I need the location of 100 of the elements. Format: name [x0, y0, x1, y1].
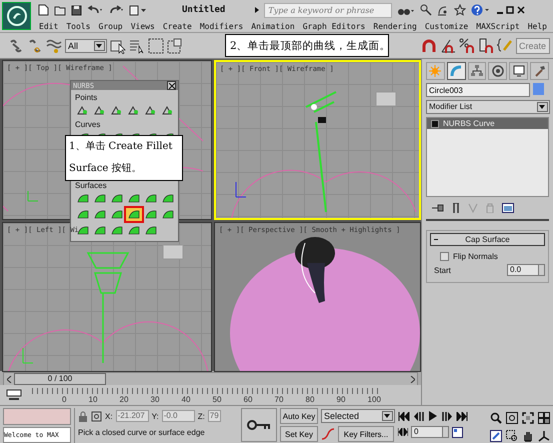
time-configuration-icon[interactable]: [452, 426, 463, 438]
menu-item[interactable]: MAXScript: [476, 22, 520, 30]
z-coordinate-field[interactable]: 79: [208, 410, 221, 422]
link-icon[interactable]: [8, 38, 24, 54]
nurbs-tool-button[interactable]: [160, 208, 176, 221]
pin-stack-icon[interactable]: [432, 203, 444, 213]
star-icon[interactable]: [454, 4, 466, 16]
nurbs-tool-button[interactable]: [109, 224, 125, 237]
nurbs-tool-button[interactable]: [109, 208, 125, 221]
nurbs-tool-button[interactable]: [92, 192, 108, 205]
percent-snap-icon[interactable]: [459, 38, 475, 54]
utilities-tab[interactable]: [530, 62, 549, 80]
search-field[interactable]: Type a keyword or phrase: [264, 2, 392, 18]
maxscript-listener-field[interactable]: [3, 408, 71, 425]
absolute-mode-icon[interactable]: [91, 410, 102, 422]
nurbs-tool-button[interactable]: [126, 208, 142, 221]
spinner-snap-icon[interactable]: [478, 38, 494, 54]
flip-normals-checkbox[interactable]: [440, 252, 449, 261]
go-to-start-icon[interactable]: [398, 412, 410, 420]
show-end-result-icon[interactable]: [452, 203, 460, 213]
project-folder-icon[interactable]: [129, 4, 147, 16]
menu-item[interactable]: Modifiers: [200, 22, 244, 30]
hand-pan-icon[interactable]: [522, 430, 534, 442]
current-frame-field[interactable]: 0: [411, 426, 449, 438]
window-crossing-icon[interactable]: [167, 38, 183, 54]
open-folder-icon[interactable]: [54, 4, 66, 16]
modify-tab[interactable]: [446, 62, 466, 80]
help-icon[interactable]: [471, 4, 492, 16]
menu-item[interactable]: Help: [528, 22, 547, 30]
previous-key-icon[interactable]: [413, 412, 425, 420]
field-of-view-icon[interactable]: [490, 430, 502, 442]
nurbs-tool-button[interactable]: [109, 192, 125, 205]
object-color-swatch[interactable]: [533, 83, 544, 95]
expand-icon[interactable]: [431, 120, 439, 128]
nurbs-tool-button[interactable]: [143, 224, 159, 237]
app-logo-icon[interactable]: [2, 2, 31, 30]
object-name-field[interactable]: Circle003: [426, 83, 530, 97]
zoom-extents-all-icon[interactable]: [538, 412, 550, 424]
configure-sets-icon[interactable]: [502, 203, 514, 213]
redo-icon[interactable]: [108, 5, 124, 15]
auto-key-button[interactable]: Auto Key: [280, 408, 318, 424]
menu-item[interactable]: Animation: [251, 22, 295, 30]
nurbs-tool-button[interactable]: [126, 224, 142, 237]
save-icon[interactable]: [71, 4, 82, 16]
close-icon[interactable]: [167, 81, 176, 90]
snap-magnet-icon[interactable]: [421, 38, 437, 54]
go-to-end-icon[interactable]: [456, 412, 468, 420]
zoom-region-icon[interactable]: [506, 430, 518, 442]
nurbs-tool-button[interactable]: [75, 192, 91, 205]
rollout-header[interactable]: Cap Surface: [430, 233, 545, 246]
modifier-stack-item[interactable]: NURBS Curve: [427, 118, 548, 129]
modifier-list-dropdown[interactable]: Modifier List: [426, 100, 550, 114]
nurbs-tool-button[interactable]: [143, 192, 159, 205]
new-file-icon[interactable]: [38, 4, 49, 16]
x-coordinate-field[interactable]: -21.207: [116, 410, 149, 422]
edit-named-selection-icon[interactable]: [497, 38, 513, 54]
set-keys-button[interactable]: [241, 408, 277, 442]
lock-icon[interactable]: [78, 410, 88, 422]
menu-item[interactable]: Customize: [424, 22, 468, 30]
menu-item[interactable]: Rendering: [373, 22, 417, 30]
menu-item[interactable]: Edit: [39, 22, 58, 30]
start-spinner[interactable]: 0.0: [507, 264, 545, 276]
selection-filter-dropdown[interactable]: All: [65, 38, 107, 52]
undo-icon[interactable]: [87, 5, 103, 15]
nurbs-tool-button[interactable]: [160, 192, 176, 205]
key-mode-dropdown[interactable]: Selected: [321, 409, 395, 423]
space-warp-icon[interactable]: [46, 38, 62, 54]
menu-item[interactable]: Views: [130, 22, 155, 30]
key-filters-button[interactable]: Key Filters...: [338, 426, 394, 442]
zoom-all-icon[interactable]: [506, 412, 518, 424]
key-mode-toggle-icon[interactable]: [398, 428, 408, 436]
nurbs-tool-button[interactable]: [92, 208, 108, 221]
nurbs-tool-button[interactable]: [126, 192, 142, 205]
menu-item[interactable]: Graph Editors: [302, 22, 366, 30]
time-slider[interactable]: 0 / 100: [3, 372, 418, 386]
menu-item[interactable]: Tools: [66, 22, 90, 30]
nurbs-tool-button[interactable]: [92, 224, 108, 237]
hierarchy-tab[interactable]: [468, 62, 486, 80]
nurbs-tool-button[interactable]: [75, 208, 91, 221]
tangent-curve-icon[interactable]: [321, 427, 335, 441]
window-controls-icon[interactable]: [496, 5, 526, 15]
select-object-icon[interactable]: [110, 38, 126, 54]
rectangle-selection-icon[interactable]: [148, 38, 164, 54]
orbit-axes-icon[interactable]: [538, 430, 550, 442]
menu-item[interactable]: Group: [98, 22, 123, 30]
select-by-name-icon[interactable]: [129, 38, 145, 54]
nurbs-tool-button[interactable]: [143, 208, 159, 221]
previous-frame-button[interactable]: [4, 374, 14, 384]
unlink-icon[interactable]: [27, 38, 43, 54]
time-slider-thumb[interactable]: 0 / 100: [14, 373, 106, 385]
y-coordinate-field[interactable]: -0.0: [162, 410, 195, 422]
motion-tab[interactable]: [488, 62, 508, 80]
angle-snap-icon[interactable]: [440, 38, 456, 54]
display-tab[interactable]: [509, 62, 528, 80]
zoom-icon[interactable]: [490, 412, 502, 424]
set-key-button[interactable]: Set Key: [280, 426, 318, 442]
track-bar[interactable]: 0 10 20 30 40 50 60 70 80 90 100: [32, 386, 381, 404]
menu-item[interactable]: Create: [162, 22, 192, 30]
zoom-extents-icon[interactable]: [522, 412, 534, 424]
next-key-icon[interactable]: [441, 412, 453, 420]
